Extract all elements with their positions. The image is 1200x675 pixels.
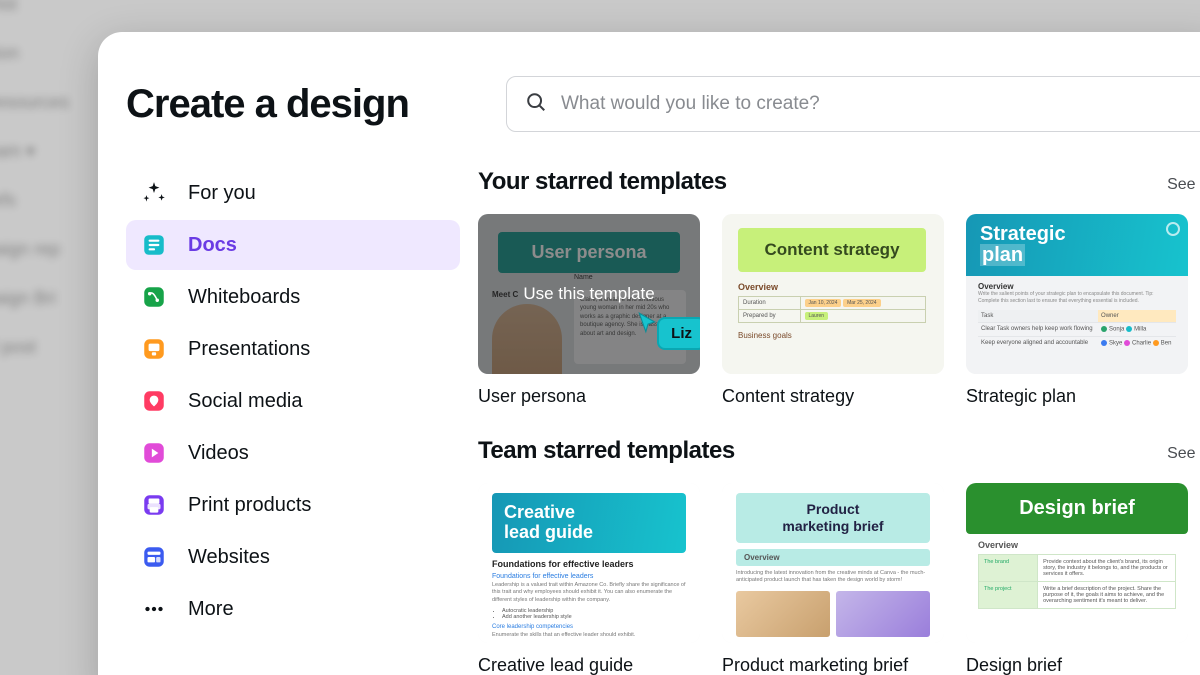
search-icon [525, 91, 547, 118]
template-card-creative-lead-guide[interactable]: Creativelead guide Foundations for effec… [478, 483, 700, 675]
whiteboard-icon [140, 283, 168, 311]
sidebar-item-social-media[interactable]: Social media [126, 376, 460, 426]
template-card-product-marketing-brief[interactable]: Productmarketing brief Overview Introduc… [722, 483, 944, 675]
sidebar-item-label: Docs [188, 234, 237, 257]
sidebar-item-label: Print products [188, 494, 311, 517]
sidebar-item-for-you[interactable]: For you [126, 168, 460, 218]
card-label: Creative lead guide [478, 655, 700, 675]
sidebar-item-label: Presentations [188, 338, 310, 361]
card-label: Design brief [966, 655, 1188, 675]
sidebar-item-more[interactable]: More [126, 584, 460, 634]
search-input[interactable] [561, 93, 1199, 115]
sidebar: For you Docs Whiteboards Presentations [126, 168, 478, 675]
sidebar-item-docs[interactable]: Docs [126, 220, 460, 270]
sidebar-item-websites[interactable]: Websites [126, 532, 460, 582]
collaborator-cursor: Liz [635, 310, 700, 356]
sidebar-item-presentations[interactable]: Presentations [126, 324, 460, 374]
sidebar-item-label: Social media [188, 390, 303, 413]
sidebar-item-label: For you [188, 182, 256, 205]
search-bar[interactable] [506, 76, 1200, 132]
see-all-link[interactable]: See all [1167, 445, 1200, 463]
thumbnail: Productmarketing brief Overview Introduc… [722, 483, 944, 643]
template-card-user-persona[interactable]: User persona Meet C Name Claire, a creat… [478, 214, 700, 407]
sidebar-item-videos[interactable]: Videos [126, 428, 460, 478]
more-icon [140, 595, 168, 623]
thumbnail: Strategicplan Overview Write the salient… [966, 214, 1188, 374]
thumbnail: Creativelead guide Foundations for effec… [478, 483, 700, 643]
card-label: Product marketing brief [722, 655, 944, 675]
docs-icon [140, 231, 168, 259]
template-card-content-strategy[interactable]: Content strategy Overview DurationJan 10… [722, 214, 944, 407]
card-label: User persona [478, 386, 700, 407]
presentations-icon [140, 335, 168, 363]
sidebar-item-label: Websites [188, 546, 270, 569]
template-card-design-brief[interactable]: Design brief Overview The brandProvide c… [966, 483, 1188, 675]
template-card-strategic-plan[interactable]: Strategicplan Overview Write the salient… [966, 214, 1188, 407]
section-title: Your starred templates [478, 168, 727, 196]
page-title: Create a design [126, 82, 478, 127]
create-design-panel: Create a design For you Docs [98, 32, 1200, 675]
section-starred: Your starred templates See all User pers… [478, 168, 1200, 407]
see-all-link[interactable]: See all [1167, 176, 1200, 194]
print-icon [140, 491, 168, 519]
sidebar-item-label: Whiteboards [188, 286, 300, 309]
websites-icon [140, 543, 168, 571]
section-title: Team starred templates [478, 437, 735, 465]
content-area: Your starred templates See all User pers… [478, 168, 1200, 675]
section-team-starred: Team starred templates See all Creativel… [478, 437, 1200, 675]
card-label: Content strategy [722, 386, 944, 407]
videos-icon [140, 439, 168, 467]
thumbnail: Content strategy Overview DurationJan 10… [722, 214, 944, 374]
sidebar-item-whiteboards[interactable]: Whiteboards [126, 272, 460, 322]
sparkle-icon [140, 179, 168, 207]
social-media-icon [140, 387, 168, 415]
card-label: Strategic plan [966, 386, 1188, 407]
sidebar-item-label: Videos [188, 442, 249, 465]
thumbnail: Design brief Overview The brandProvide c… [966, 483, 1188, 643]
sidebar-item-print-products[interactable]: Print products [126, 480, 460, 530]
sidebar-item-label: More [188, 598, 234, 621]
